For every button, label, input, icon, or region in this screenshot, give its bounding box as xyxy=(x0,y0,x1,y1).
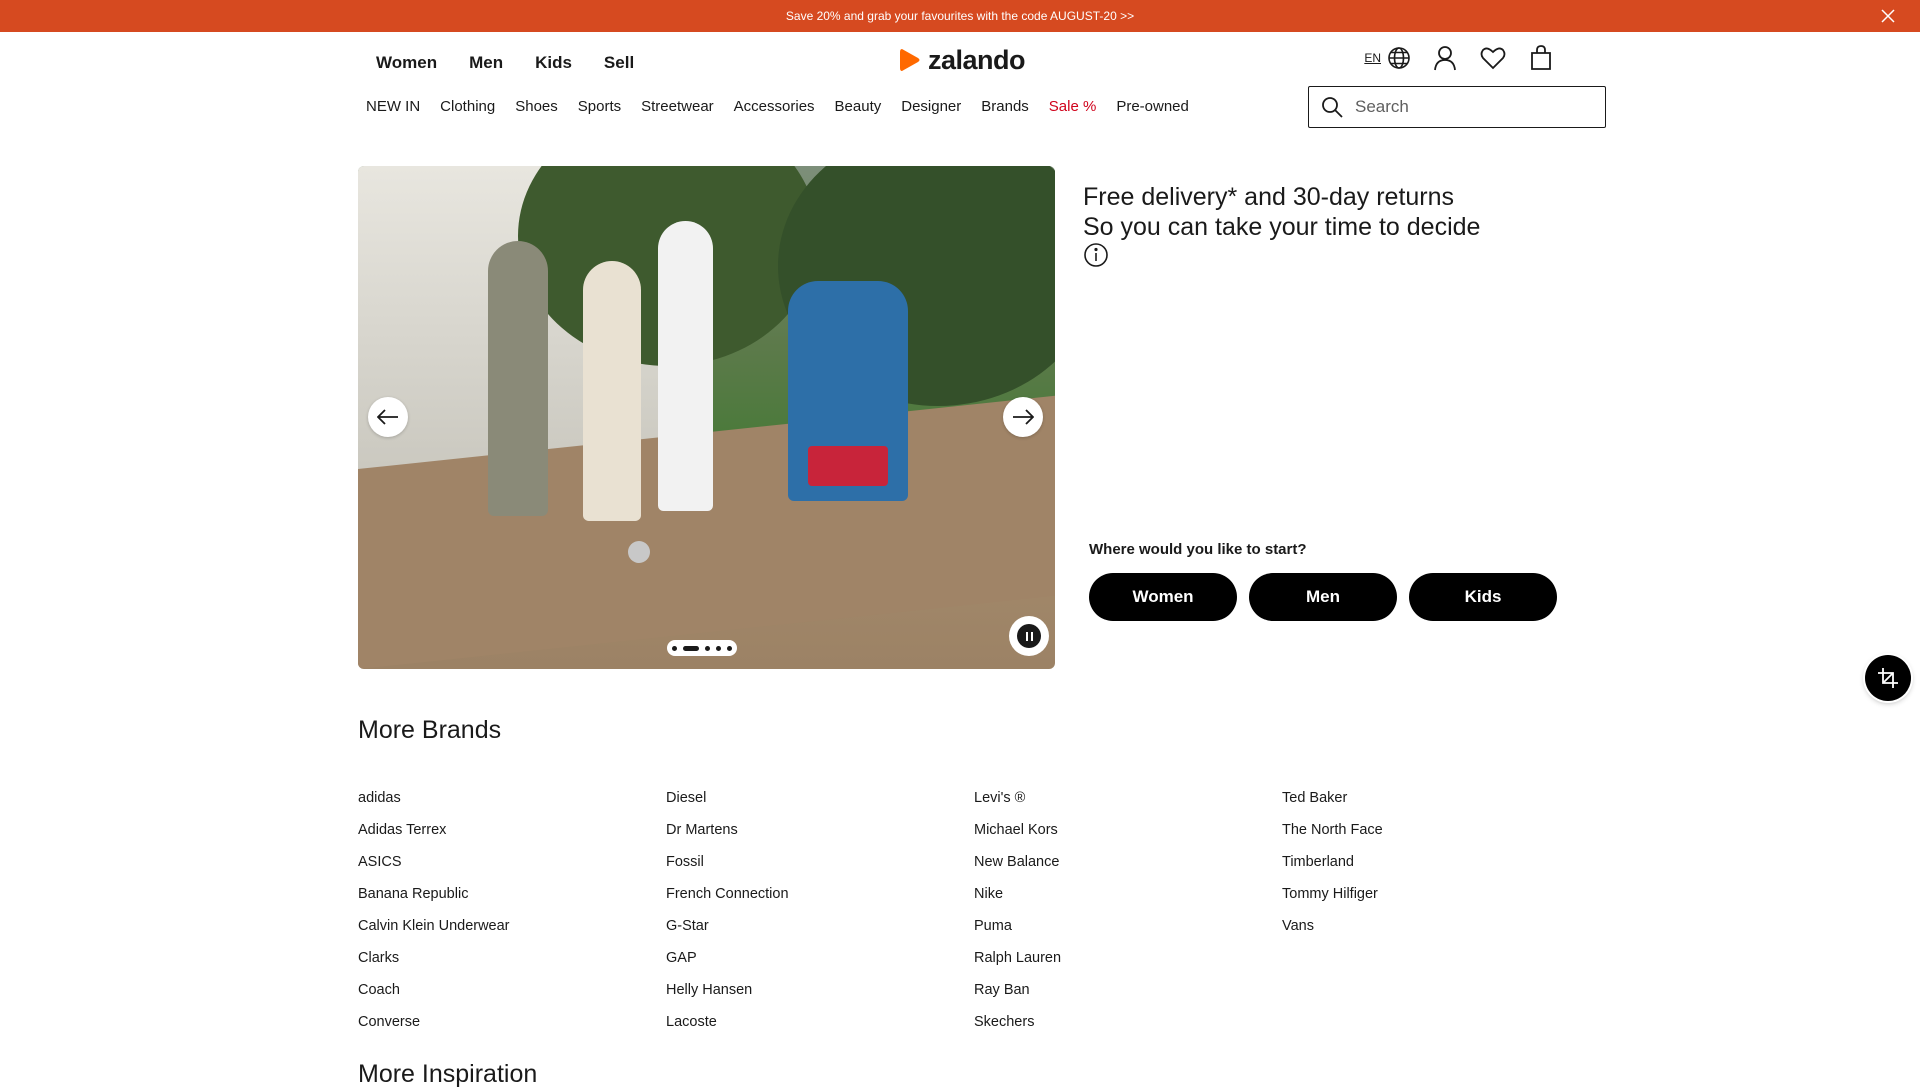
brand-link[interactable]: Coach xyxy=(358,974,666,1006)
carousel-dots xyxy=(667,640,737,656)
user-icon[interactable] xyxy=(1431,44,1459,72)
brand-link[interactable]: Adidas Terrex xyxy=(358,814,666,846)
cat-nav-brands[interactable]: Brands xyxy=(971,97,1039,117)
header-icons: EN xyxy=(1364,44,1555,72)
promo-banner[interactable]: Save 20% and grab your favourites with t… xyxy=(0,0,1920,32)
language-code: EN xyxy=(1364,51,1381,65)
delivery-line-1: Free delivery* and 30-day returns xyxy=(1083,183,1455,211)
hero-image-person xyxy=(488,241,548,516)
gender-nav: Women Men Kids Sell xyxy=(360,52,650,74)
brand-link[interactable]: Ray Ban xyxy=(974,974,1282,1006)
cat-nav-streetwear[interactable]: Streetwear xyxy=(631,97,724,117)
crop-icon[interactable] xyxy=(1865,655,1911,701)
cat-nav-clothing[interactable]: Clothing xyxy=(430,97,505,117)
brand-link[interactable]: Puma xyxy=(974,910,1282,942)
carousel-dot[interactable] xyxy=(672,645,677,651)
bag-icon[interactable] xyxy=(1527,44,1555,72)
gender-nav-sell[interactable]: Sell xyxy=(588,52,650,74)
cat-nav-pre-owned[interactable]: Pre-owned xyxy=(1106,97,1199,117)
carousel-pause-button[interactable] xyxy=(1009,616,1049,656)
start-women-button[interactable]: Women xyxy=(1089,573,1237,621)
pause-icon xyxy=(1017,624,1041,648)
brand-link[interactable]: Fossil xyxy=(666,846,974,878)
brand-link[interactable]: G-Star xyxy=(666,910,974,942)
brand-link[interactable]: Skechers xyxy=(974,1006,1282,1038)
gender-nav-kids[interactable]: Kids xyxy=(519,52,588,74)
search-icon xyxy=(1321,96,1343,118)
brand-link[interactable]: Banana Republic xyxy=(358,878,666,910)
brands-grid: adidas Adidas Terrex ASICS Banana Republ… xyxy=(358,782,1590,1038)
start-kids-button[interactable]: Kids xyxy=(1409,573,1557,621)
brand-link[interactable]: French Connection xyxy=(666,878,974,910)
hero-image-person xyxy=(808,446,888,486)
heart-icon[interactable] xyxy=(1479,44,1507,72)
hero-image-ball xyxy=(628,541,650,563)
carousel-dot[interactable] xyxy=(705,645,710,651)
search-box[interactable] xyxy=(1308,86,1606,128)
search-input[interactable] xyxy=(1353,96,1587,118)
brand-link[interactable]: Ralph Lauren xyxy=(974,942,1282,974)
carousel-dot-active[interactable] xyxy=(683,645,699,651)
brand-link[interactable]: Michael Kors xyxy=(974,814,1282,846)
brand-link[interactable]: Helly Hansen xyxy=(666,974,974,1006)
cat-nav-new-in[interactable]: NEW IN xyxy=(366,97,430,117)
brand-link[interactable]: Tommy Hilfiger xyxy=(1282,878,1590,910)
brand-link[interactable]: Timberland xyxy=(1282,846,1590,878)
brand-link[interactable]: adidas xyxy=(358,782,666,814)
brand-link[interactable]: Converse xyxy=(358,1006,666,1038)
brand-link[interactable]: New Balance xyxy=(974,846,1282,878)
logo-icon xyxy=(900,49,920,71)
delivery-headline: Free delivery* and 30-day returns So you… xyxy=(1083,182,1480,242)
brand-link[interactable]: ASICS xyxy=(358,846,666,878)
globe-icon xyxy=(1388,47,1410,69)
start-question: Where would you like to start? xyxy=(1089,541,1307,558)
brand-column: Levi's ® Michael Kors New Balance Nike P… xyxy=(974,782,1282,1038)
promo-text[interactable]: Save 20% and grab your favourites with t… xyxy=(786,9,1134,23)
info-icon[interactable] xyxy=(1083,242,1109,268)
brand-link[interactable]: GAP xyxy=(666,942,974,974)
brand-link[interactable]: Ted Baker xyxy=(1282,782,1590,814)
gender-nav-women[interactable]: Women xyxy=(360,52,453,74)
arrow-left-icon xyxy=(377,409,398,425)
cat-nav-beauty[interactable]: Beauty xyxy=(825,97,892,117)
brand-link[interactable]: Diesel xyxy=(666,782,974,814)
carousel-prev-button[interactable] xyxy=(368,397,408,437)
carousel-dot[interactable] xyxy=(716,645,721,651)
more-brands-title: More Brands xyxy=(358,716,502,744)
start-men-button[interactable]: Men xyxy=(1249,573,1397,621)
brand-link[interactable]: Dr Martens xyxy=(666,814,974,846)
brand-column: Ted Baker The North Face Timberland Tomm… xyxy=(1282,782,1590,1038)
brand-link[interactable]: Lacoste xyxy=(666,1006,974,1038)
category-nav: NEW IN Clothing Shoes Sports Streetwear … xyxy=(366,97,1199,117)
cat-nav-sports[interactable]: Sports xyxy=(568,97,631,117)
gender-nav-men[interactable]: Men xyxy=(453,52,519,74)
brand-link[interactable]: Clarks xyxy=(358,942,666,974)
cat-nav-accessories[interactable]: Accessories xyxy=(724,97,825,117)
brand-column: Diesel Dr Martens Fossil French Connecti… xyxy=(666,782,974,1038)
brand-link[interactable]: Nike xyxy=(974,878,1282,910)
arrow-right-icon xyxy=(1013,409,1034,425)
cat-nav-sale[interactable]: Sale % xyxy=(1039,97,1107,117)
brand-link[interactable]: Calvin Klein Underwear xyxy=(358,910,666,942)
carousel-next-button[interactable] xyxy=(1003,397,1043,437)
hero-image-person xyxy=(658,221,713,511)
close-icon[interactable] xyxy=(1868,0,1908,32)
cat-nav-shoes[interactable]: Shoes xyxy=(505,97,568,117)
logo-text: zalando xyxy=(928,45,1026,75)
carousel-dot[interactable] xyxy=(727,645,732,651)
zalando-logo[interactable]: zalando xyxy=(898,45,1026,75)
start-buttons: Women Men Kids xyxy=(1089,573,1557,621)
more-inspiration-title: More Inspiration xyxy=(358,1060,538,1088)
brand-link[interactable]: Levi's ® xyxy=(974,782,1282,814)
delivery-line-2: So you can take your time to decide xyxy=(1083,213,1481,241)
brand-link[interactable]: The North Face xyxy=(1282,814,1590,846)
language-selector[interactable]: EN xyxy=(1364,46,1411,70)
brand-link[interactable]: Vans xyxy=(1282,910,1590,942)
hero-carousel[interactable] xyxy=(358,166,1055,669)
hero-image-person xyxy=(583,261,641,521)
cat-nav-designer[interactable]: Designer xyxy=(891,97,971,117)
brand-column: adidas Adidas Terrex ASICS Banana Republ… xyxy=(358,782,666,1038)
